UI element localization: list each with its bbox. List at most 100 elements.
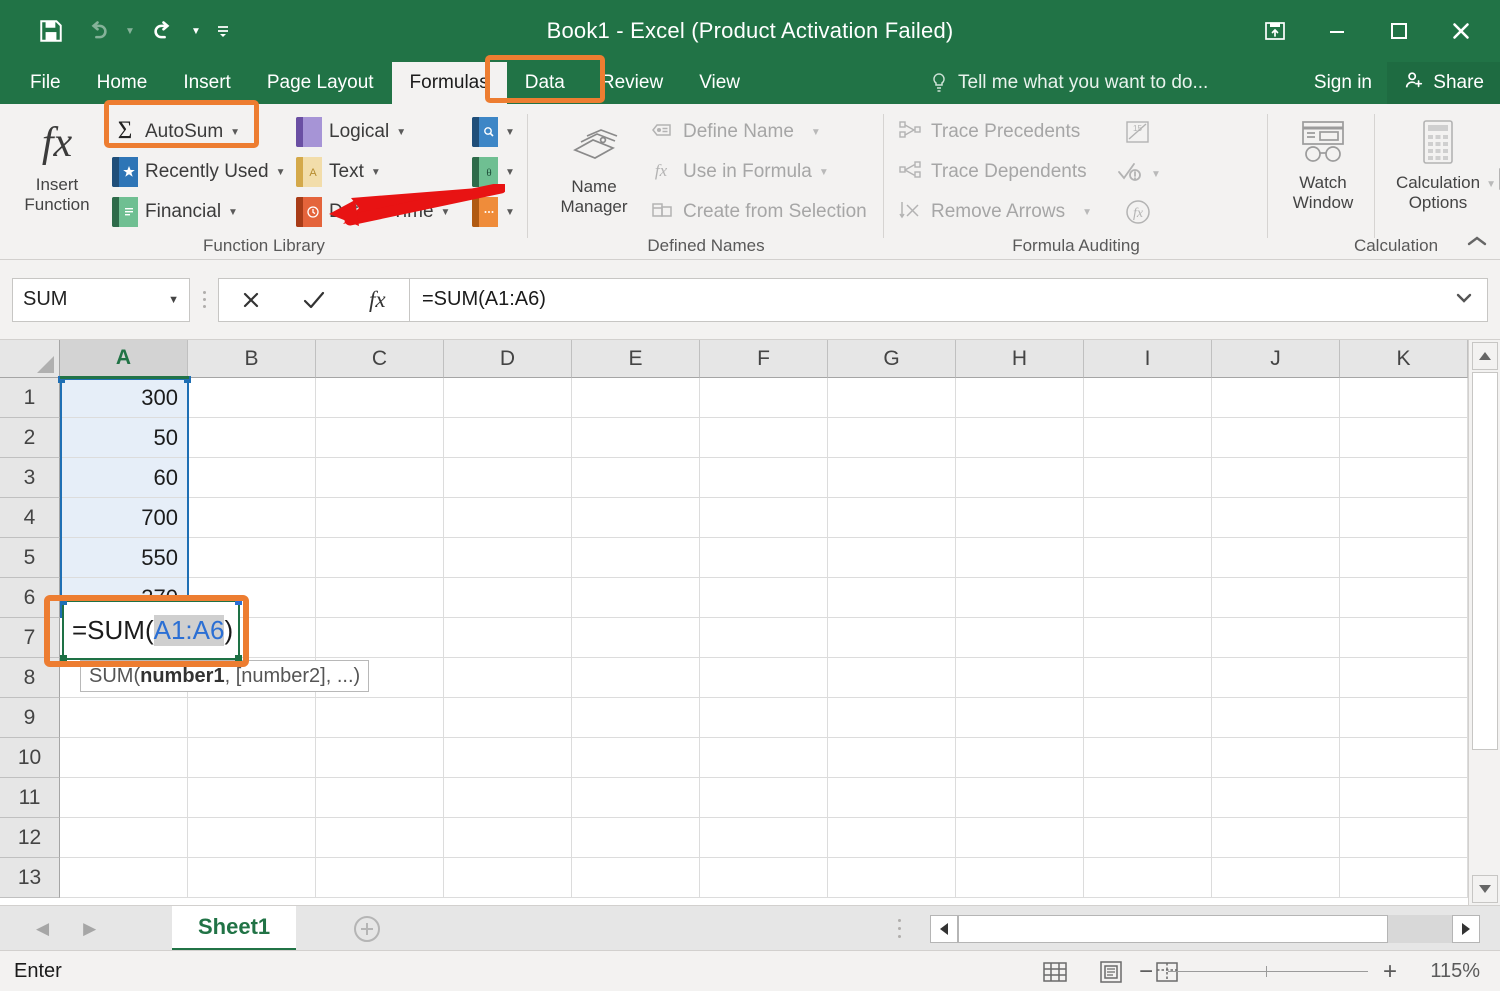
cell-e2[interactable] (572, 418, 700, 458)
cell-h6[interactable] (956, 578, 1084, 618)
cell-k3[interactable] (1340, 458, 1468, 498)
error-checking-dropdown-icon[interactable]: ▼ (1151, 169, 1161, 180)
column-header-j[interactable]: J (1212, 340, 1340, 378)
cell-j11[interactable] (1212, 778, 1340, 818)
calculation-options-button[interactable]: Calculation Options ▼ (1382, 118, 1496, 212)
calculation-options-dropdown-icon[interactable]: ▼ (1486, 179, 1496, 190)
create-from-selection-button[interactable]: Create from Selection (650, 192, 867, 232)
column-header-h[interactable]: H (956, 340, 1084, 378)
cell-e1[interactable] (572, 378, 700, 418)
zoom-slider[interactable]: − + (1136, 951, 1400, 991)
math-trig-button[interactable]: θ ▼ (472, 152, 515, 192)
cell-c10[interactable] (316, 738, 444, 778)
cell-c3[interactable] (316, 458, 444, 498)
cell-k9[interactable] (1340, 698, 1468, 738)
row-header-7[interactable]: 7 (0, 618, 60, 658)
cell-k7[interactable] (1340, 618, 1468, 658)
cell-g8[interactable] (828, 658, 956, 698)
cell-i13[interactable] (1084, 858, 1212, 898)
cell-e6[interactable] (572, 578, 700, 618)
cell-f8[interactable] (700, 658, 828, 698)
cell-i4[interactable] (1084, 498, 1212, 538)
cell-f4[interactable] (700, 498, 828, 538)
cell-d8[interactable] (444, 658, 572, 698)
more-functions-button[interactable]: ▼ (472, 192, 515, 232)
trace-dependents-button[interactable]: Trace Dependents (898, 152, 1092, 192)
cell-j3[interactable] (1212, 458, 1340, 498)
lookup-reference-dropdown-icon[interactable]: ▼ (505, 127, 515, 138)
insert-function-icon[interactable]: fx (352, 279, 402, 321)
cell-c1[interactable] (316, 378, 444, 418)
collapse-ribbon-button[interactable] (1464, 232, 1490, 254)
cell-j10[interactable] (1212, 738, 1340, 778)
scroll-down-icon[interactable] (1472, 875, 1498, 903)
cell-f1[interactable] (700, 378, 828, 418)
cell-h5[interactable] (956, 538, 1084, 578)
error-checking-button[interactable]: ▼ (1116, 154, 1161, 194)
recently-used-button[interactable]: Recently Used ▼ (112, 152, 285, 192)
cell-c7[interactable] (316, 618, 444, 658)
cell-k4[interactable] (1340, 498, 1468, 538)
name-box-dropdown-icon[interactable]: ▼ (168, 294, 179, 306)
cell-b5[interactable] (188, 538, 316, 578)
share-button[interactable]: Share (1387, 62, 1500, 104)
sign-in-button[interactable]: Sign in (1314, 62, 1372, 104)
sheet-tab-sheet1[interactable]: Sheet1 (172, 906, 297, 951)
cell-g12[interactable] (828, 818, 956, 858)
financial-dropdown-icon[interactable]: ▼ (228, 207, 238, 218)
cell-b13[interactable] (188, 858, 316, 898)
cell-g4[interactable] (828, 498, 956, 538)
cell-g6[interactable] (828, 578, 956, 618)
cell-h1[interactable] (956, 378, 1084, 418)
tab-file[interactable]: File (12, 62, 79, 104)
row-header-13[interactable]: 13 (0, 858, 60, 898)
cell-c11[interactable] (316, 778, 444, 818)
cell-b10[interactable] (188, 738, 316, 778)
autosum-dropdown-icon[interactable]: ▼ (230, 127, 240, 138)
financial-button[interactable]: Financial ▼ (112, 192, 285, 232)
restore-icon[interactable] (1368, 3, 1430, 59)
evaluate-formula-button[interactable]: fx (1116, 194, 1161, 234)
cell-c5[interactable] (316, 538, 444, 578)
next-sheet-icon[interactable]: ▶ (83, 919, 96, 939)
row-header-5[interactable]: 5 (0, 538, 60, 578)
tab-data[interactable]: Data (507, 62, 583, 104)
cell-f7[interactable] (700, 618, 828, 658)
cell-f6[interactable] (700, 578, 828, 618)
cell-d3[interactable] (444, 458, 572, 498)
expand-formula-bar-icon[interactable] (1455, 292, 1473, 307)
cell-i12[interactable] (1084, 818, 1212, 858)
show-formulas-button[interactable]: 15 (1116, 114, 1161, 154)
cell-a5[interactable]: 550 (60, 538, 188, 578)
cell-k2[interactable] (1340, 418, 1468, 458)
math-trig-dropdown-icon[interactable]: ▼ (505, 167, 515, 178)
row-header-3[interactable]: 3 (0, 458, 60, 498)
cell-f12[interactable] (700, 818, 828, 858)
cell-h4[interactable] (956, 498, 1084, 538)
cell-h13[interactable] (956, 858, 1084, 898)
cell-g10[interactable] (828, 738, 956, 778)
cell-g13[interactable] (828, 858, 956, 898)
cell-e8[interactable] (572, 658, 700, 698)
use-in-formula-dropdown-icon[interactable]: ▼ (819, 167, 829, 178)
cell-g11[interactable] (828, 778, 956, 818)
zoom-out-icon[interactable]: − (1136, 958, 1156, 986)
cell-j2[interactable] (1212, 418, 1340, 458)
cell-b3[interactable] (188, 458, 316, 498)
cell-e3[interactable] (572, 458, 700, 498)
cell-g5[interactable] (828, 538, 956, 578)
tell-me-search[interactable]: Tell me what you want to do... (930, 62, 1208, 104)
cell-h2[interactable] (956, 418, 1084, 458)
cell-k1[interactable] (1340, 378, 1468, 418)
cell-c12[interactable] (316, 818, 444, 858)
column-header-d[interactable]: D (444, 340, 572, 378)
scroll-up-icon[interactable] (1472, 342, 1498, 370)
row-header-12[interactable]: 12 (0, 818, 60, 858)
cell-j12[interactable] (1212, 818, 1340, 858)
cell-j13[interactable] (1212, 858, 1340, 898)
trace-precedents-button[interactable]: Trace Precedents (898, 112, 1092, 152)
column-header-c[interactable]: C (316, 340, 444, 378)
tab-home[interactable]: Home (79, 62, 166, 104)
cell-b12[interactable] (188, 818, 316, 858)
tab-formulas[interactable]: Formulas (391, 62, 507, 104)
